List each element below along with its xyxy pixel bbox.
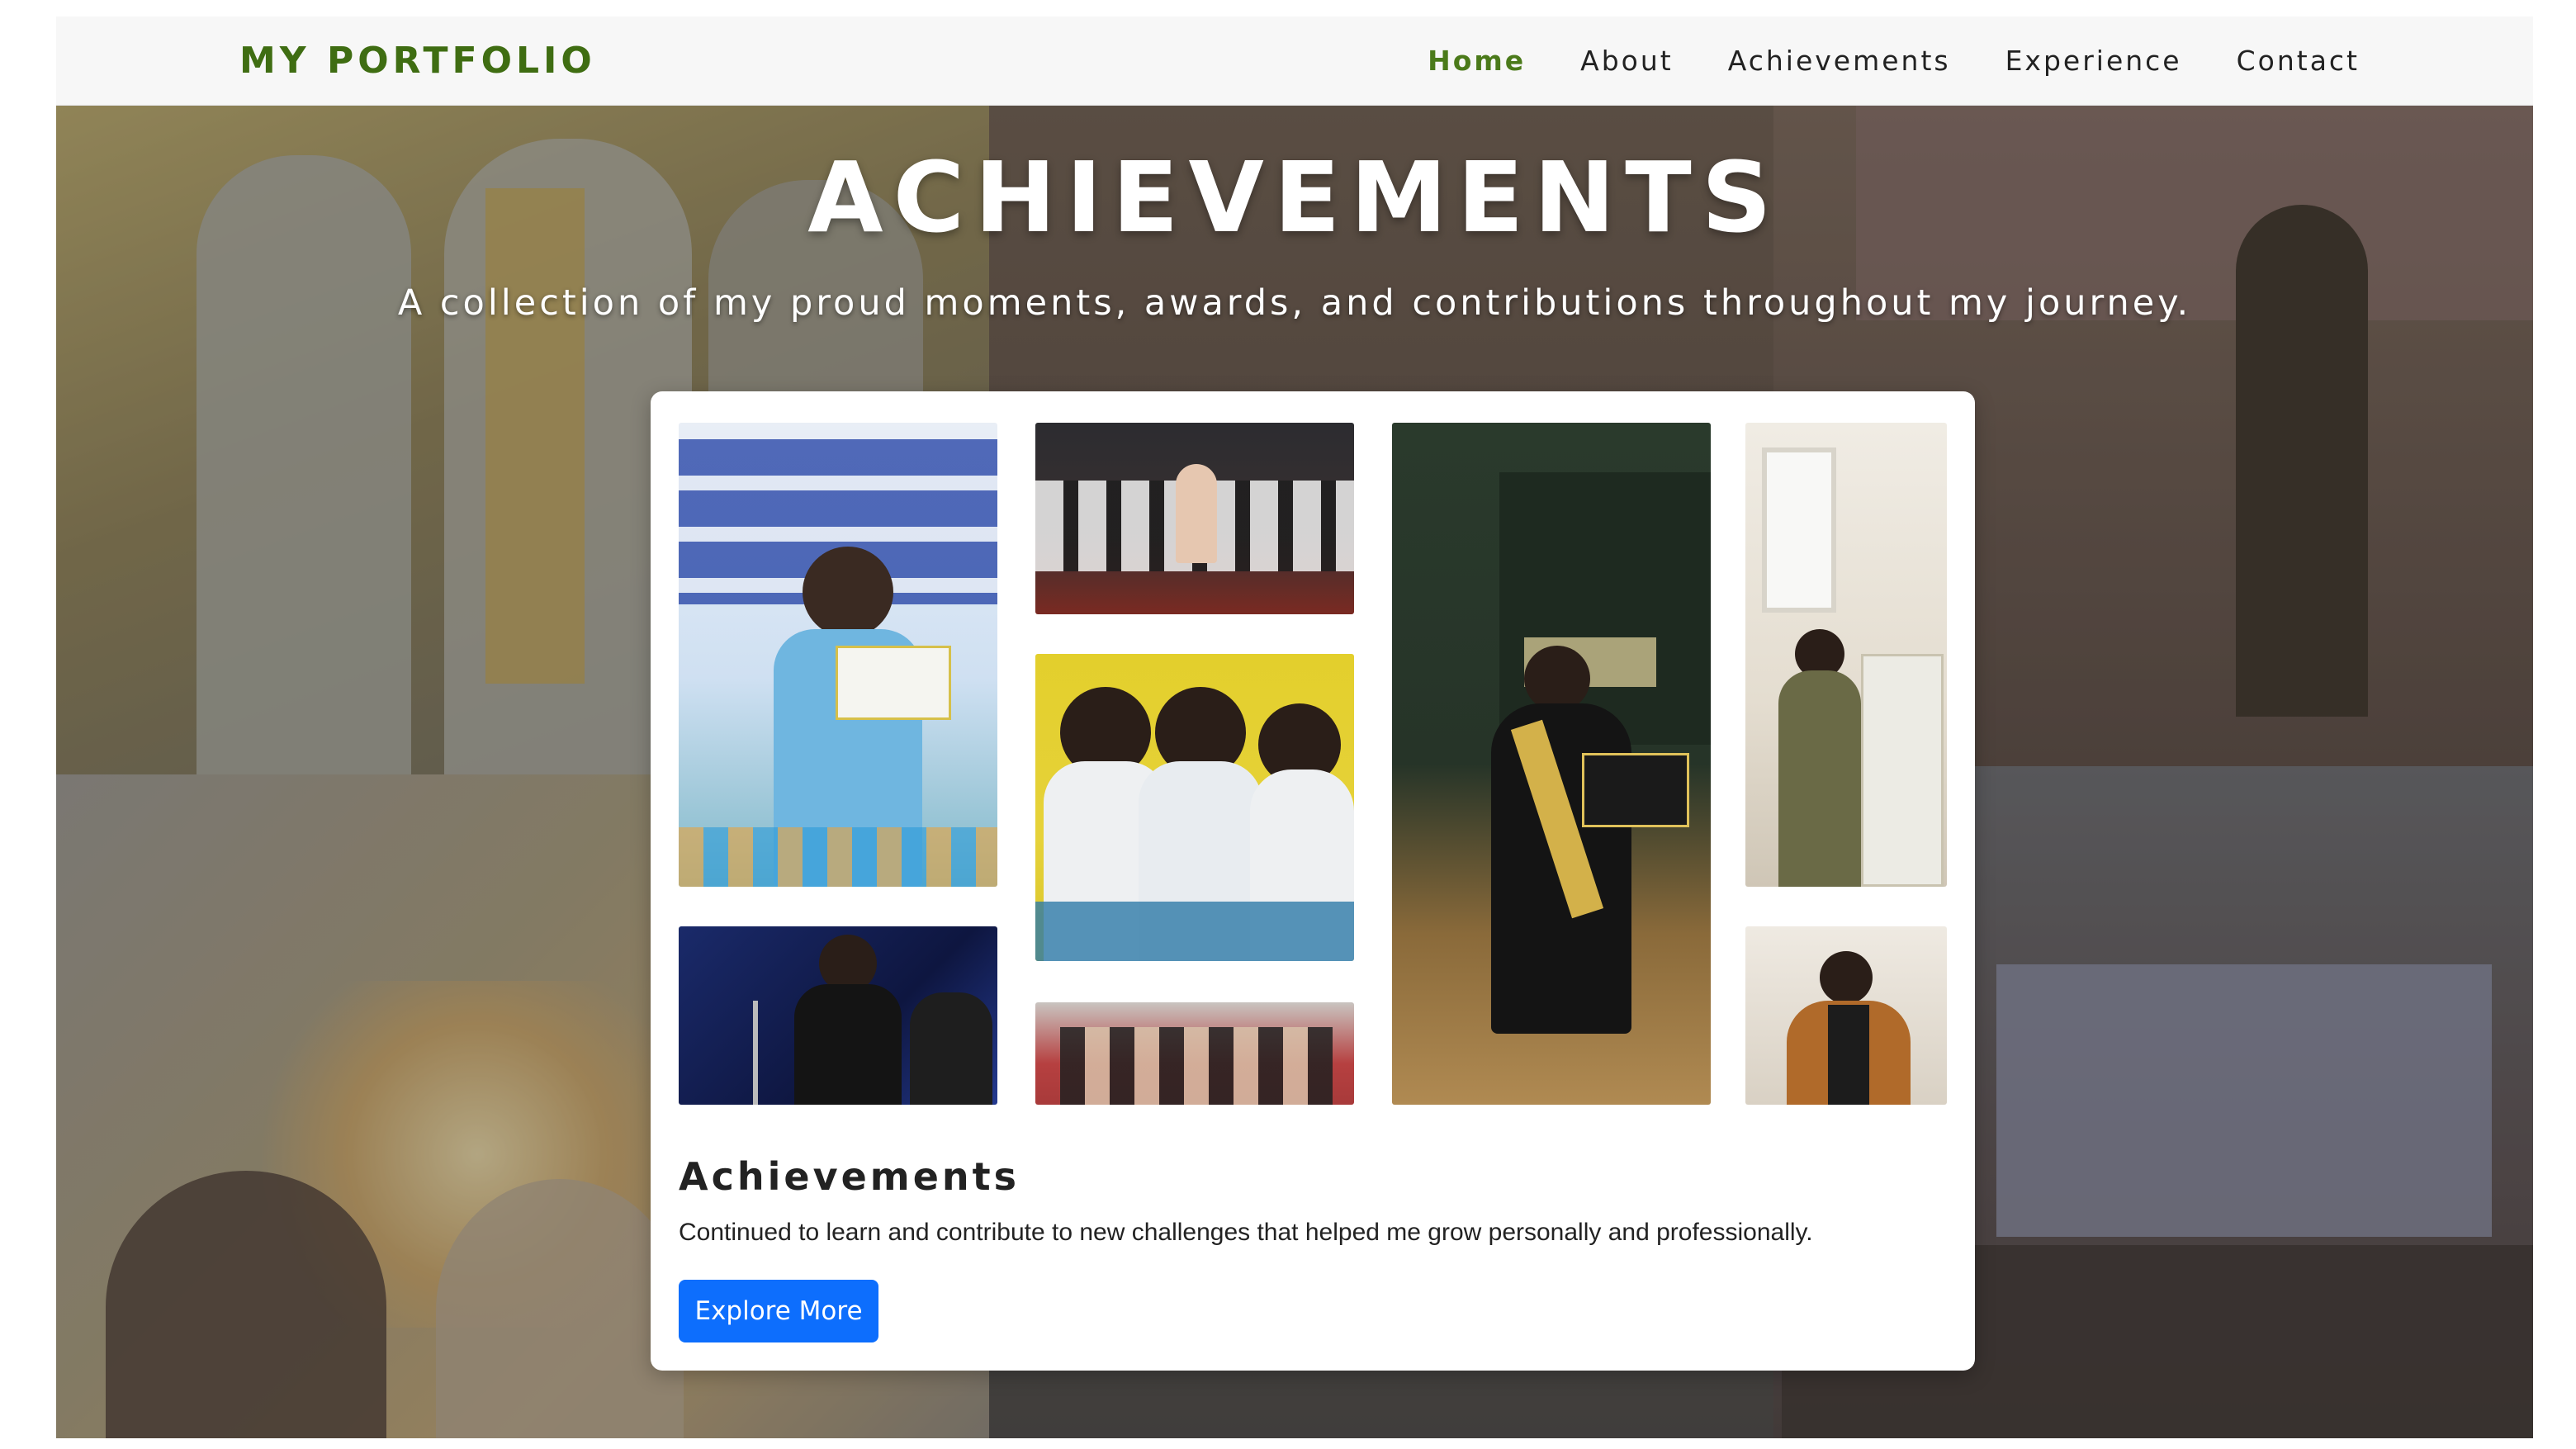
achievement-photo-6[interactable]: [1392, 423, 1711, 1105]
achievement-photo-2[interactable]: [679, 926, 997, 1105]
navbar: MY PORTFOLIO Home About Achievements Exp…: [56, 17, 2533, 106]
nav-link-achievements[interactable]: Achievements: [1728, 35, 1951, 88]
hero-subtitle: A collection of my proud moments, awards…: [397, 282, 2192, 324]
nav-link-experience[interactable]: Experience: [2005, 35, 2182, 88]
hero-title: ACHIEVEMENTS: [807, 140, 1782, 254]
achievement-photo-4[interactable]: [1035, 654, 1354, 961]
achievement-photo-5[interactable]: [1035, 1002, 1354, 1105]
achievement-photo-7[interactable]: [1745, 423, 1947, 887]
nav-link-about[interactable]: About: [1580, 35, 1674, 88]
achievement-photo-1[interactable]: [679, 423, 997, 887]
nav-link-home[interactable]: Home: [1428, 35, 1526, 88]
nav-links: Home About Achievements Experience Conta…: [1428, 35, 2360, 88]
card-description: Continued to learn and contribute to new…: [679, 1219, 1813, 1246]
brand-logo[interactable]: MY PORTFOLIO: [239, 33, 596, 89]
achievement-photo-3[interactable]: [1035, 423, 1354, 614]
achievements-card: Achievements Continued to learn and cont…: [651, 391, 1975, 1371]
achievement-photo-8[interactable]: [1745, 926, 1947, 1105]
explore-more-button[interactable]: Explore More: [679, 1280, 878, 1342]
card-title: Achievements: [679, 1154, 1020, 1199]
nav-link-contact[interactable]: Contact: [2237, 35, 2360, 88]
